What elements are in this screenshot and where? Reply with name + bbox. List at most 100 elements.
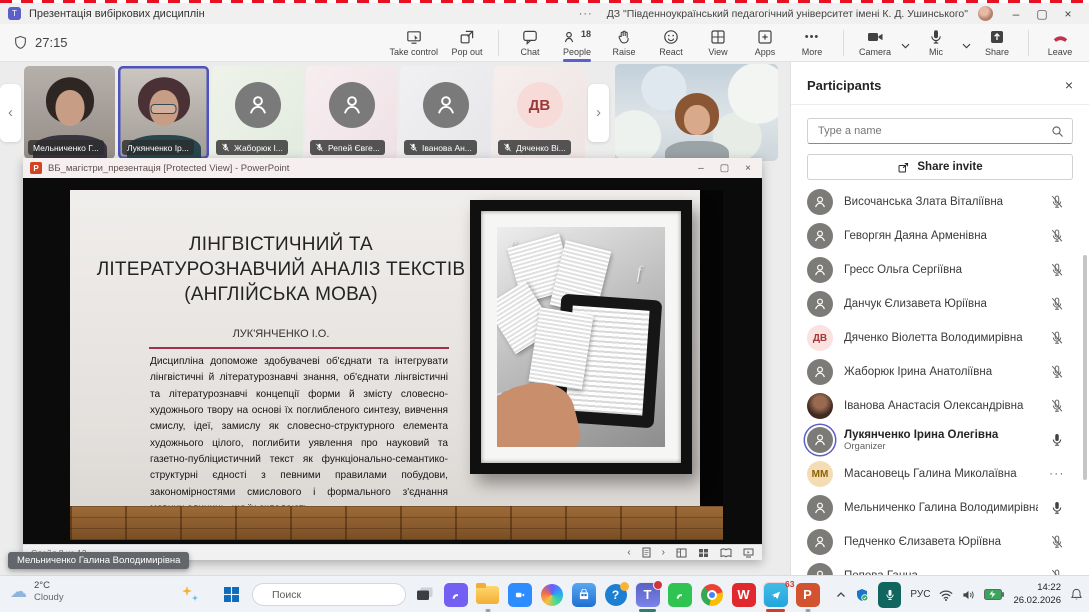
windows-security-icon[interactable] (855, 588, 869, 602)
chrome-icon[interactable] (699, 582, 724, 607)
participant-row[interactable]: ММ Масановець Галина Миколаївна ··· (791, 457, 1089, 491)
participant-search-input[interactable] (816, 124, 1051, 138)
volume-icon[interactable] (962, 589, 975, 601)
participant-row[interactable]: Педченко Єлизавета Юріївна (791, 525, 1089, 559)
mic-status-icon[interactable] (1049, 433, 1065, 447)
filmstrip-prev-button[interactable]: ‹ (0, 84, 21, 142)
participant-row[interactable]: Геворгян Даяна Арменівна (791, 219, 1089, 253)
file-explorer-icon[interactable] (475, 582, 500, 607)
participant-video-tile[interactable]: Лукянченко Ір... (118, 66, 209, 159)
microsoft-store-icon[interactable] (571, 582, 596, 607)
hidden-icons-chevron[interactable] (836, 591, 846, 598)
participant-video-tile[interactable]: Мельниченко Г... (24, 66, 115, 159)
reading-view-icon[interactable] (720, 548, 732, 558)
ppt-minimize-button[interactable]: – (698, 163, 704, 174)
zoom-icon[interactable] (507, 582, 532, 607)
previous-slide-button[interactable]: ‹ (627, 547, 630, 558)
participant-row[interactable]: Височанська Злата Віталіївна (791, 185, 1089, 219)
participant-row[interactable]: Лукянченко Ірина Олегівна Organizer (791, 423, 1089, 457)
apps-icon (757, 29, 773, 45)
mic-status-icon[interactable] (1049, 365, 1065, 379)
user-avatar[interactable] (978, 6, 993, 21)
clock[interactable]: 14:22 26.02.2026 (1013, 582, 1061, 607)
wps-office-icon[interactable]: W (731, 582, 756, 607)
minimize-button[interactable]: – (1003, 7, 1029, 21)
telegram-icon[interactable]: 63 (763, 582, 788, 607)
next-slide-button[interactable]: › (662, 547, 665, 558)
avatar-initials: ММ (812, 469, 829, 480)
mic-status-icon[interactable] (1049, 229, 1065, 243)
panel-scrollbar[interactable] (1083, 255, 1087, 480)
mic-status-icon[interactable] (1049, 535, 1065, 549)
participant-video-tile[interactable]: Жаборюк І... (212, 66, 303, 159)
share-invite-button[interactable]: Share invite (807, 154, 1073, 180)
mic-status-icon[interactable]: ··· (1049, 468, 1065, 480)
participant-row[interactable]: Гресс Ольга Сергіївна (791, 253, 1089, 287)
wifi-icon[interactable] (939, 589, 953, 601)
start-button[interactable] (224, 587, 239, 602)
teams-taskbar-icon[interactable]: T (635, 582, 660, 607)
notification-bell-icon[interactable] (1070, 588, 1083, 601)
react-button[interactable]: React (650, 27, 692, 59)
task-view-button[interactable] (416, 586, 434, 602)
whatsapp-icon[interactable] (667, 582, 692, 607)
language-indicator[interactable]: РУС (910, 589, 930, 600)
participant-video-tile[interactable]: Іванова Ан... (400, 66, 491, 159)
titlebar-overflow-button[interactable]: ··· (579, 8, 593, 20)
ppt-maximize-button[interactable]: ▢ (720, 163, 729, 174)
copilot-icon[interactable] (539, 582, 564, 607)
chat-button[interactable]: Chat (509, 27, 551, 59)
participant-row[interactable]: Іванова Анастасія Олександрівна (791, 389, 1089, 423)
participant-video-tile[interactable]: Репей Євге... (306, 66, 397, 159)
battery-icon[interactable] (984, 589, 1004, 600)
slideshow-view-icon[interactable] (743, 548, 754, 558)
current-slide-icon (642, 547, 651, 558)
apps-button[interactable]: Apps (744, 27, 786, 59)
slide-sorter-icon[interactable] (698, 548, 709, 558)
close-panel-button[interactable]: × (1065, 77, 1073, 93)
weather-widget[interactable]: ☁ 2°C Cloudy (10, 580, 64, 605)
active-mic-indicator[interactable] (878, 582, 901, 608)
participant-row[interactable]: Попова Ганна - (791, 559, 1089, 575)
toolbar-buttons: Take control Pop out Chat 18 People Rai (386, 27, 1089, 59)
participant-row[interactable]: Мельниченко Галина Володимирівна (791, 491, 1089, 525)
maximize-button[interactable]: ▢ (1029, 7, 1055, 21)
participant-avatar (423, 82, 469, 128)
participant-search-box[interactable] (807, 118, 1073, 144)
ppt-close-button[interactable]: × (745, 163, 751, 174)
share-button[interactable]: Share (976, 27, 1018, 59)
mic-status-icon[interactable] (1049, 297, 1065, 311)
taskbar-search-input[interactable] (270, 588, 409, 602)
viber-icon[interactable] (443, 582, 468, 607)
camera-button[interactable]: Camera (854, 27, 896, 59)
powerpoint-taskbar-icon[interactable]: P (795, 582, 820, 607)
more-button[interactable]: ••• More (791, 27, 833, 59)
raise-hand-button[interactable]: Raise (603, 27, 645, 59)
people-button[interactable]: 18 People (556, 27, 598, 59)
normal-view-icon[interactable] (676, 548, 687, 558)
filmstrip-next-button[interactable]: › (588, 84, 609, 142)
take-control-button[interactable]: Take control (386, 27, 441, 59)
participants-header: Participants × (791, 62, 1089, 105)
mic-status-icon[interactable] (1049, 195, 1065, 209)
mic-status-icon[interactable] (1049, 331, 1065, 345)
participant-row[interactable]: Данчук Єлизавета Юріївна (791, 287, 1089, 321)
mic-status-icon[interactable] (1049, 501, 1065, 515)
get-help-icon[interactable]: ? (603, 582, 628, 607)
slide-dark-edge (700, 190, 723, 540)
people-count-badge: 18 (581, 29, 591, 39)
participant-row[interactable]: Жаборюк Ірина Анатоліївна (791, 355, 1089, 389)
mic-status-icon[interactable] (1049, 263, 1065, 277)
participant-row[interactable]: ДВ Дяченко Віолетта Володимирівна (791, 321, 1089, 355)
view-button[interactable]: View (697, 27, 739, 59)
leave-button[interactable]: Leave (1039, 27, 1081, 59)
close-button[interactable]: × (1055, 7, 1081, 21)
participant-video-large[interactable] (615, 64, 778, 161)
pop-out-button[interactable]: Pop out (446, 27, 488, 59)
mic-status-icon[interactable] (1049, 399, 1065, 413)
mic-dropdown-chevron-icon[interactable] (962, 43, 971, 49)
participant-video-tile[interactable]: ДВ Дяченко Ві... (494, 66, 585, 159)
camera-dropdown-chevron-icon[interactable] (901, 43, 910, 49)
mic-button[interactable]: Mic (915, 27, 957, 59)
taskbar-search-box[interactable] (252, 583, 406, 606)
